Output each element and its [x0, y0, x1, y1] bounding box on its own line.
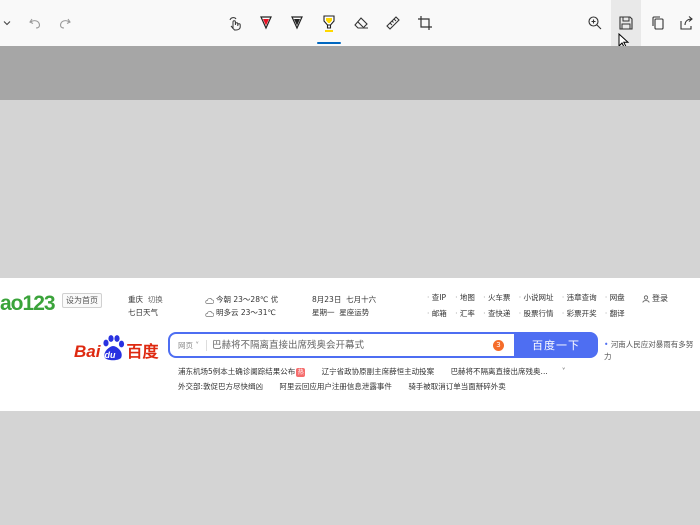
- hot-rank-badge: 3: [493, 340, 504, 351]
- hot-news-text: 浦东机场5例本土确诊阑踪结果公布: [178, 367, 296, 376]
- canvas-area: [0, 100, 700, 278]
- hot-news-item[interactable]: 骑手被取消订单当面掰碎外卖: [408, 382, 506, 391]
- quick-link[interactable]: 地图: [455, 292, 477, 303]
- hot-tag: 热: [296, 367, 306, 377]
- hot-news-row: 浦东机场5例本土确诊阑踪结果公布热 辽宁省政协原副主席薛恒主动投案 巴赫将不隔离…: [178, 364, 598, 379]
- quick-link[interactable]: 查IP: [427, 292, 449, 303]
- weekday-info: 星期一 星座运势: [312, 307, 369, 318]
- zoom-in-icon[interactable]: [580, 0, 610, 46]
- quick-link[interactable]: 邮箱: [427, 308, 449, 319]
- pencil-icon[interactable]: [282, 0, 312, 46]
- baidu-logo-du: du: [104, 350, 116, 360]
- ballpoint-pen-icon[interactable]: [251, 0, 281, 46]
- search-input[interactable]: [212, 336, 482, 354]
- horoscope-link[interactable]: 星座运势: [339, 308, 369, 317]
- quick-link[interactable]: 汇率: [455, 308, 477, 319]
- quick-link[interactable]: 彩票开奖: [562, 308, 599, 319]
- canvas-dark-band: [0, 46, 700, 100]
- hot-news-item[interactable]: 阿里云回应用户注册信息泄露事件: [279, 382, 392, 391]
- divider: [206, 340, 207, 351]
- redo-icon[interactable]: [50, 0, 80, 46]
- quick-links: 查IP 地图 火车票 小说网址 违章查询 网盘 邮箱 汇率 查快递 股票行情 彩…: [427, 292, 627, 319]
- captured-webpage: ao123 设为首页 重庆 切换 七日天气 今朝 23～28℃ 优 明多云 23…: [0, 278, 700, 412]
- quick-link[interactable]: 小说网址: [519, 292, 556, 303]
- lunar-date: 七月十六: [346, 295, 377, 304]
- hot-news-item[interactable]: 巴赫将不隔离直接出席残奥...: [451, 367, 548, 376]
- crop-icon[interactable]: [410, 0, 440, 46]
- chevron-down-icon[interactable]: [0, 0, 14, 46]
- share-icon[interactable]: [674, 0, 700, 46]
- city-info: 重庆 切换: [128, 294, 163, 305]
- hot-news-row: 外交部:敦促巴方尽快缉凶 阿里云回应用户注册信息泄露事件 骑手被取消订单当面掰碎…: [178, 379, 598, 394]
- login-link[interactable]: 登录: [642, 293, 668, 304]
- undo-icon[interactable]: [20, 0, 50, 46]
- highlighter-icon[interactable]: [314, 0, 344, 46]
- touch-writing-icon[interactable]: [220, 0, 250, 46]
- hot-news-item[interactable]: 浦东机场5例本土确诊阑踪结果公布热: [178, 367, 306, 377]
- logo-suffix: 123: [22, 292, 56, 315]
- quick-link[interactable]: 股票行情: [519, 308, 556, 319]
- set-home-button[interactable]: 设为首页: [62, 293, 102, 308]
- baidu-logo-bai: Bai: [74, 342, 101, 361]
- weekday: 星期一: [312, 308, 335, 317]
- quick-link[interactable]: 火车票: [483, 292, 513, 303]
- hao123-logo[interactable]: ao123: [0, 292, 56, 316]
- quick-link[interactable]: 查快递: [483, 308, 513, 319]
- today-weather[interactable]: 今朝 23～28℃ 优: [205, 294, 278, 305]
- tomorrow-weather[interactable]: 明多云 23～31℃: [205, 307, 276, 318]
- login-label: 登录: [652, 294, 668, 303]
- expand-chevron-icon[interactable]: ˅: [562, 367, 566, 376]
- tomorrow-weather-text: 明多云 23～31℃: [216, 308, 276, 317]
- quick-link[interactable]: 网盘: [605, 292, 627, 303]
- cloud-icon: [205, 297, 214, 304]
- hot-news: 浦东机场5例本土确诊阑踪结果公布热 辽宁省政协原副主席薛恒主动投案 巴赫将不隔离…: [178, 364, 598, 394]
- city-switch-link[interactable]: 切换: [148, 295, 163, 304]
- quick-link[interactable]: 违章查询: [562, 292, 599, 303]
- baidu-logo[interactable]: Bai du 百度: [74, 332, 158, 362]
- paw-icon: du: [101, 334, 125, 362]
- baidu-logo-cn: 百度: [126, 342, 159, 361]
- date-info: 8月23日 七月十六: [312, 294, 376, 305]
- copy-icon[interactable]: [643, 0, 673, 46]
- search-scope-dropdown[interactable]: 网页 ˅: [178, 340, 199, 351]
- hot-news-item[interactable]: 辽宁省政协原副主席薛恒主动投案: [322, 367, 435, 376]
- quick-link[interactable]: 翻译: [605, 308, 627, 319]
- logo-prefix: ao: [0, 292, 23, 315]
- markup-toolbar: [0, 0, 700, 49]
- city-name: 重庆: [128, 295, 143, 304]
- ruler-icon[interactable]: [378, 0, 408, 46]
- canvas-area-bottom: [0, 411, 700, 525]
- search-button[interactable]: 百度一下: [514, 332, 598, 358]
- hot-news-item[interactable]: 外交部:敦促巴方尽快缉凶: [178, 382, 263, 391]
- date: 8月23日: [312, 295, 342, 304]
- today-weather-text: 今朝 23～28℃ 优: [216, 295, 279, 304]
- side-news-link[interactable]: 河南人民应对暴雨有多努力: [604, 339, 698, 363]
- seven-day-weather-link[interactable]: 七日天气: [128, 307, 158, 318]
- search-box: 网页 ˅ 3: [168, 332, 514, 358]
- cloud-icon: [205, 310, 214, 317]
- user-icon: [642, 294, 650, 303]
- eraser-icon[interactable]: [346, 0, 376, 46]
- search-scope-label: 网页: [178, 341, 193, 350]
